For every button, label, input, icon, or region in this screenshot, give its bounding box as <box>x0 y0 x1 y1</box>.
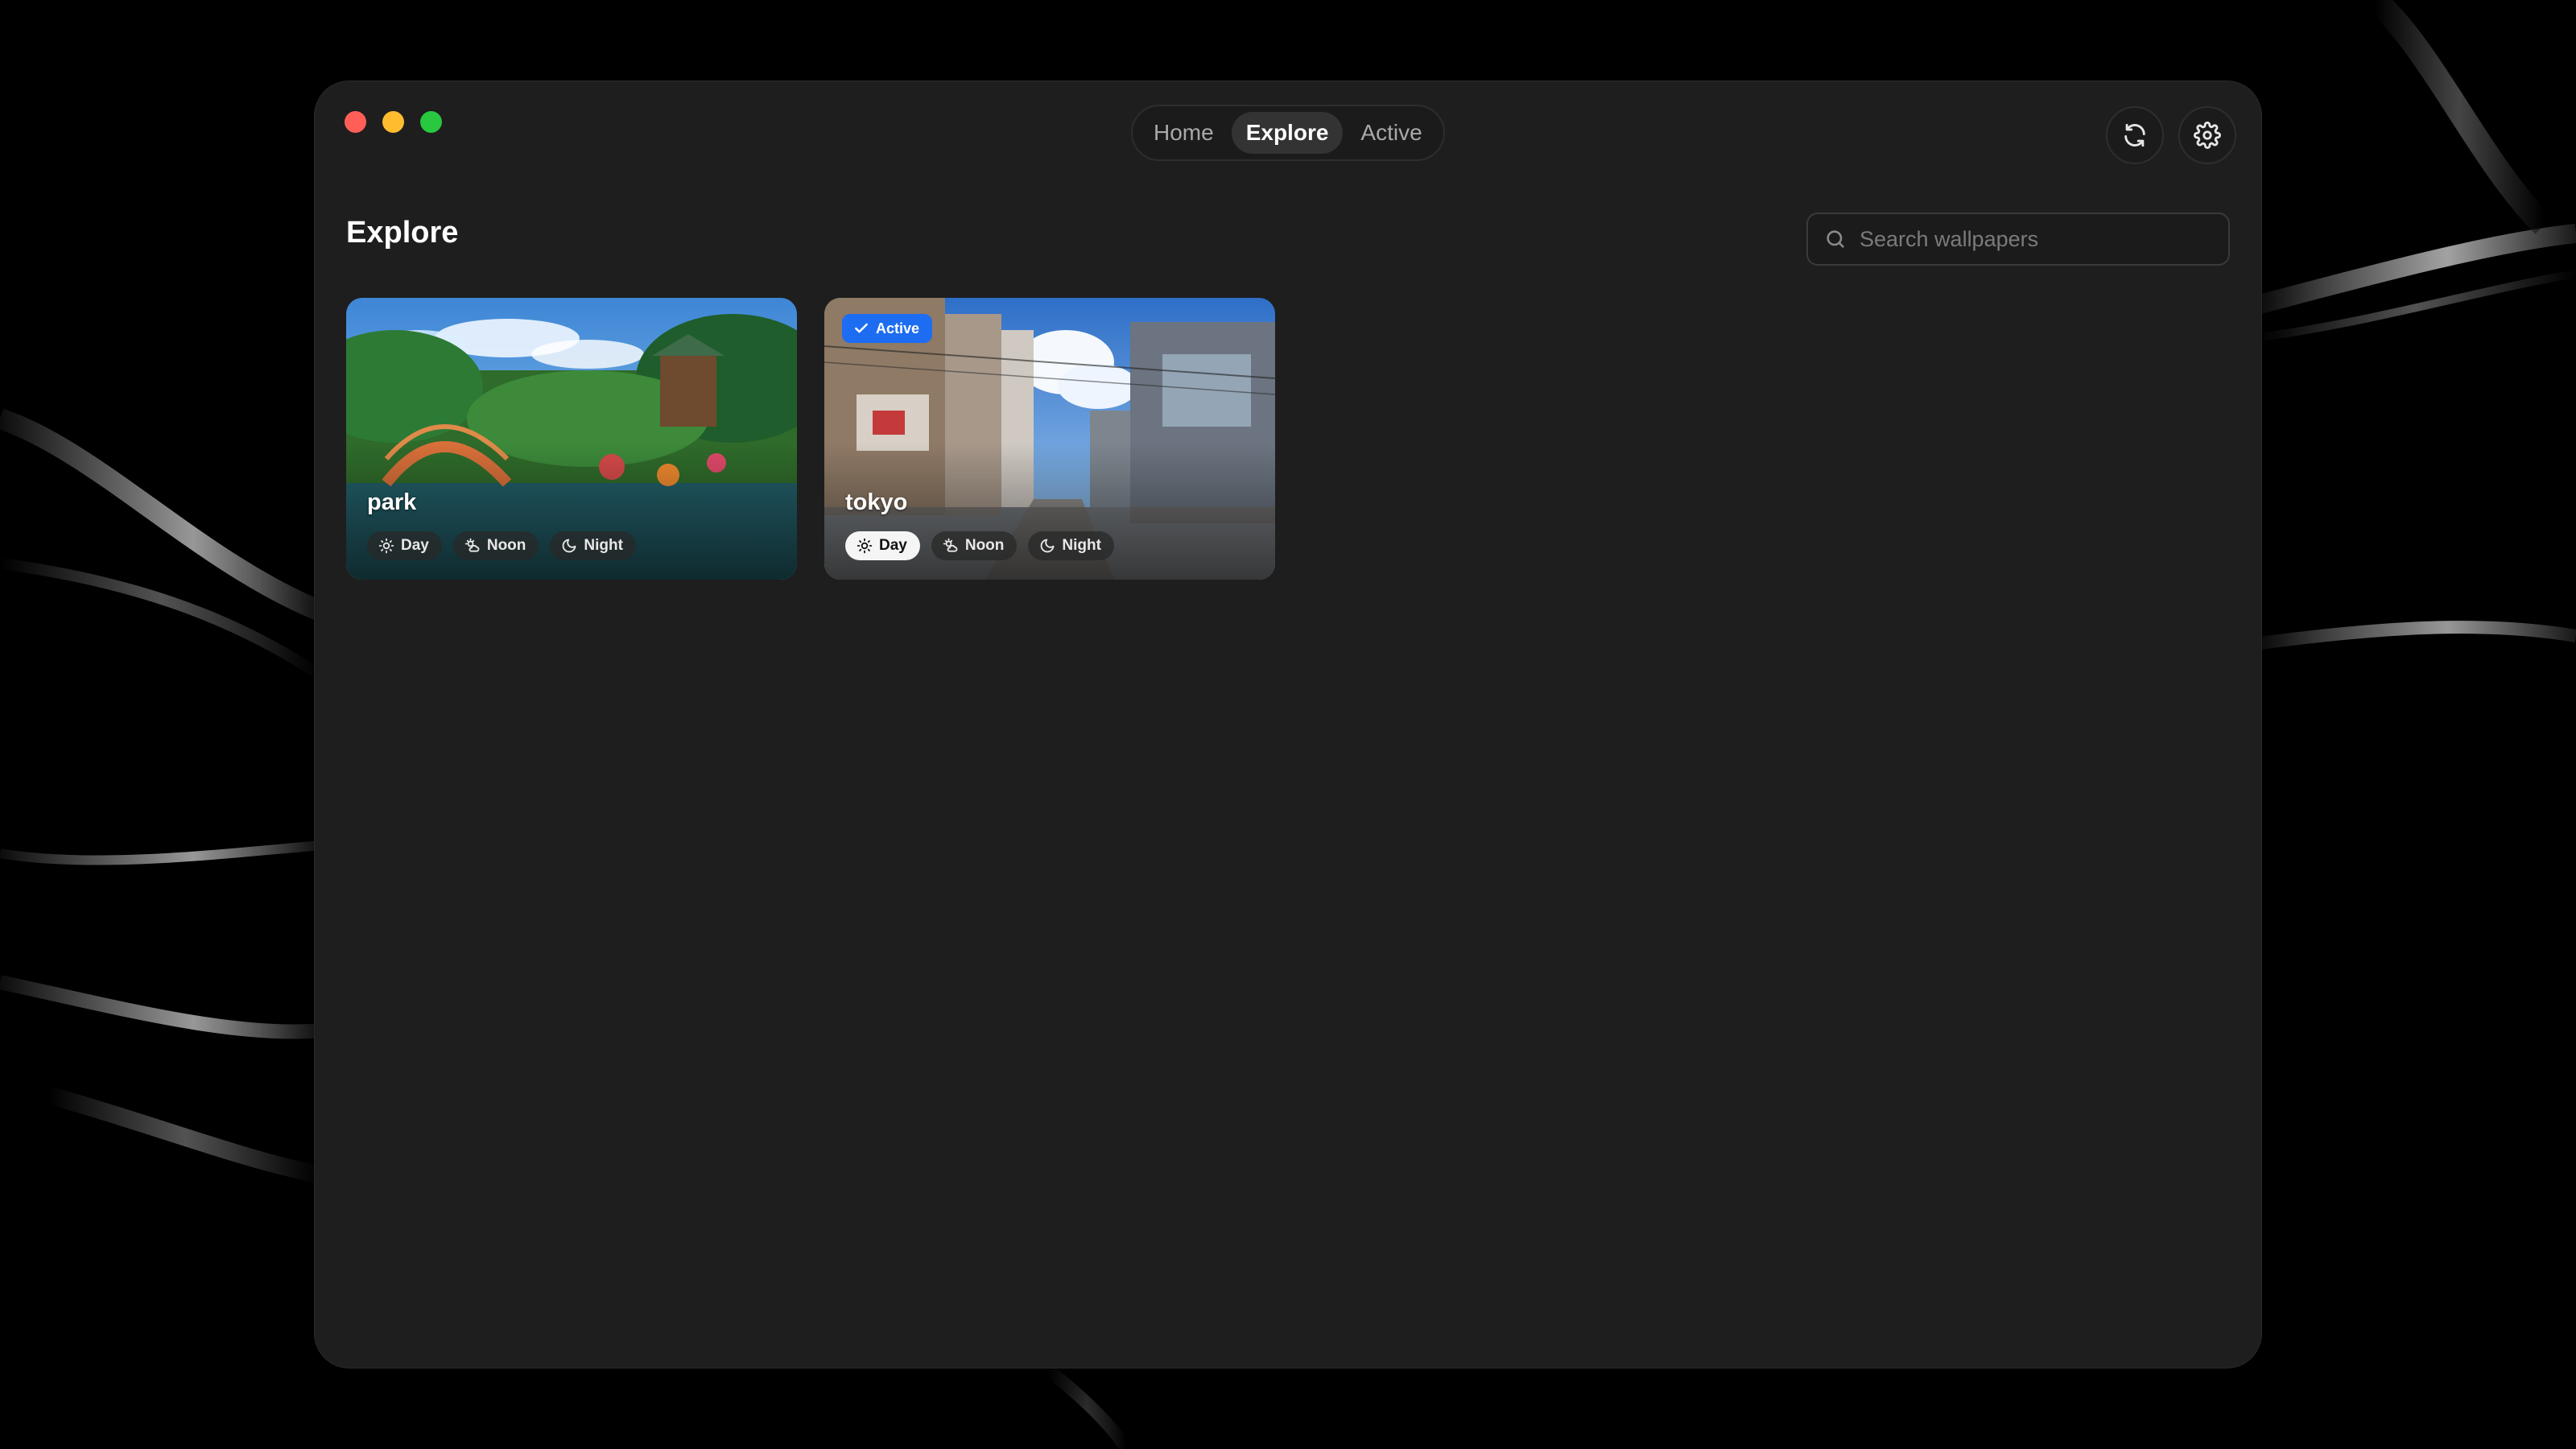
sun-cloud-icon <box>464 538 480 552</box>
page-title: Explore <box>346 216 459 250</box>
mode-day-chip[interactable]: Day <box>845 531 920 560</box>
tab-home[interactable]: Home <box>1139 112 1228 154</box>
mode-label: Noon <box>486 537 526 554</box>
time-mode-chips: Day Noon Night <box>845 531 1114 560</box>
zoom-window-button[interactable] <box>420 111 442 133</box>
mode-night-chip[interactable]: Night <box>550 531 636 560</box>
mode-label: Night <box>584 537 623 554</box>
active-badge-label: Active <box>876 320 920 336</box>
minimize-window-button[interactable] <box>382 111 404 133</box>
mode-label: Day <box>401 537 429 554</box>
active-badge: Active <box>842 314 933 343</box>
checkmark-icon <box>855 323 868 333</box>
mode-label: Day <box>879 537 907 554</box>
search-icon <box>1824 228 1847 250</box>
mode-label: Night <box>1062 537 1101 554</box>
moon-icon <box>1041 539 1055 553</box>
gear-icon <box>2194 122 2221 149</box>
settings-button[interactable] <box>2178 106 2236 164</box>
search-box[interactable] <box>1806 213 2230 266</box>
mode-noon-chip[interactable]: Noon <box>931 531 1018 560</box>
nav-tabs: Home Explore Active <box>1131 105 1445 161</box>
wallpaper-card-park[interactable]: park Day Noon Night <box>346 298 797 580</box>
app-window: Home Explore Active Explore Search wallp… <box>314 80 2262 1368</box>
mode-night-chip[interactable]: Night <box>1028 531 1114 560</box>
time-mode-chips: Day Noon Night <box>367 531 636 560</box>
wallpaper-card-tokyo[interactable]: Active tokyo Day Noon Night <box>824 298 1275 580</box>
sun-cloud-icon <box>943 538 958 552</box>
tab-active[interactable]: Active <box>1346 112 1436 154</box>
moon-icon <box>563 539 576 553</box>
sun-icon <box>857 538 873 554</box>
tab-explore[interactable]: Explore <box>1231 112 1344 154</box>
wallpaper-name: tokyo <box>845 489 908 515</box>
mode-day-chip[interactable]: Day <box>367 531 442 560</box>
search-input[interactable] <box>1858 225 2215 253</box>
close-window-button[interactable] <box>345 111 366 133</box>
mode-label: Noon <box>964 537 1005 554</box>
wallpaper-name: park <box>367 489 417 515</box>
sun-icon <box>378 538 394 554</box>
refresh-icon <box>2124 123 2145 147</box>
refresh-button[interactable] <box>2106 106 2164 164</box>
window-controls <box>345 111 442 133</box>
mode-noon-chip[interactable]: Noon <box>452 531 539 560</box>
